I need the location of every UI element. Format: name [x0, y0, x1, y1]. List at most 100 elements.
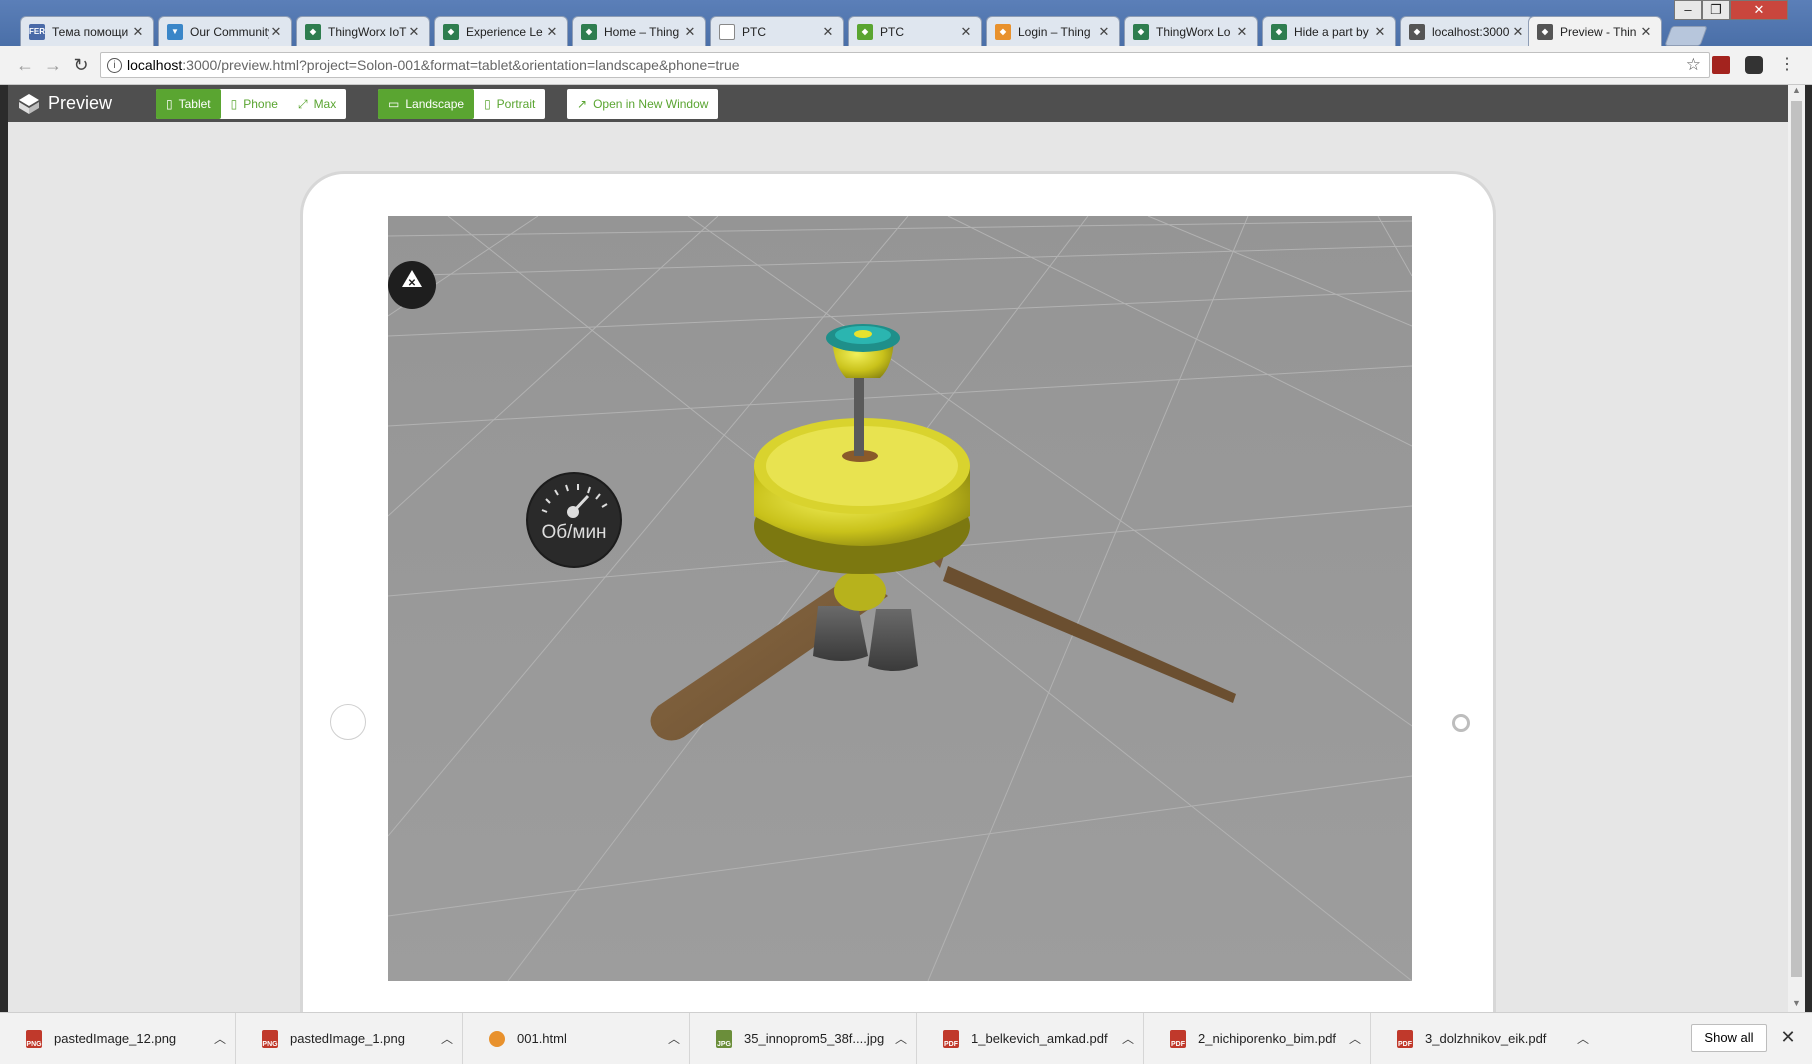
back-icon[interactable]: ← [14, 54, 36, 76]
png-file-icon: PNG [26, 1029, 42, 1048]
menu-icon[interactable]: ⋮ [1776, 54, 1798, 76]
landscape-button[interactable]: ▭ Landscape [378, 89, 475, 119]
tablet-button[interactable]: ▯ Tablet [156, 89, 221, 119]
download-item[interactable]: PDF 3_dolzhnikov_eik.pdf ︿ [1371, 1013, 1598, 1064]
open-new-window-button[interactable]: ↗ Open in New Window [567, 89, 718, 119]
acrobat-extension-icon[interactable] [1712, 56, 1730, 74]
tab-home-thing[interactable]: ◆ Home – Thing ✕ [572, 16, 706, 46]
chevron-up-icon[interactable]: ︿ [432, 1030, 462, 1047]
chevron-up-icon[interactable]: ︿ [1113, 1030, 1143, 1047]
tab-experience[interactable]: ◆ Experience Le ✕ [434, 16, 568, 46]
tab-login-thing[interactable]: ◆ Login – Thing ✕ [986, 16, 1120, 46]
jpg-file-icon: JPG [716, 1029, 732, 1048]
thingworx-icon: ◆ [305, 23, 321, 40]
tab-strip: FER Тема помощи ✕ ▼ Our Community ✕ ◆ Th… [0, 0, 1812, 46]
tab-ptc-1[interactable]: PTC ✕ [710, 16, 844, 46]
tablet-home-button[interactable] [1452, 714, 1470, 732]
preview-content: ✕ Об/мин [8, 122, 1788, 1012]
thingworx-icon: ◆ [1133, 23, 1149, 40]
forward-icon[interactable]: → [42, 54, 64, 76]
minimize-icon[interactable]: – [1674, 0, 1702, 20]
new-tab-button[interactable] [1664, 26, 1708, 46]
tab-thingworx-lo[interactable]: ◆ ThingWorx Lo ✕ [1124, 16, 1258, 46]
portrait-button[interactable]: ▯ Portrait [474, 89, 545, 119]
address-bar[interactable]: i localhost:3000/preview.html?project=So… [100, 52, 1710, 78]
phone-button[interactable]: ▯ Phone [221, 89, 288, 119]
phone-icon: ▯ [230, 97, 238, 111]
tab-close-icon[interactable]: ✕ [1373, 24, 1387, 40]
fan-downrod [854, 366, 864, 456]
target-icon: ✕ [402, 270, 422, 289]
tab-close-icon[interactable]: ✕ [131, 24, 145, 40]
tab-close-icon[interactable]: ✕ [683, 24, 697, 40]
download-item[interactable]: PDF 2_nichiporenko_bim.pdf ︿ [1144, 1013, 1371, 1064]
chevron-up-icon[interactable]: ︿ [1568, 1030, 1598, 1047]
reload-icon[interactable]: ↻ [70, 54, 92, 76]
tab-hide-a-part[interactable]: ◆ Hide a part by ✕ [1262, 16, 1396, 46]
pdf-file-icon: PDF [943, 1029, 959, 1048]
tab-close-icon[interactable]: ✕ [1235, 24, 1249, 40]
address-url[interactable]: localhost:3000/preview.html?project=Solo… [127, 53, 740, 77]
download-item[interactable]: PNG pastedImage_1.png ︿ [236, 1013, 463, 1064]
close-downloads-icon[interactable]: ✕ [1776, 1025, 1800, 1049]
tab-close-icon[interactable]: ✕ [407, 24, 421, 40]
info-icon[interactable]: i [107, 58, 122, 73]
chevron-up-icon[interactable]: ︿ [886, 1030, 916, 1047]
scroll-up-icon[interactable]: ▲ [1788, 85, 1805, 99]
tablet-camera [330, 704, 366, 740]
png-file-icon: PNG [262, 1029, 278, 1048]
landscape-icon: ▭ [388, 97, 400, 111]
chevron-up-icon[interactable]: ︿ [205, 1030, 235, 1047]
browser-toolbar: ← → ↻ i localhost:3000/preview.html?proj… [0, 46, 1812, 85]
login-icon: ◆ [995, 23, 1011, 40]
show-all-button[interactable]: Show all [1691, 1024, 1767, 1052]
scroll-down-icon[interactable]: ▼ [1788, 998, 1805, 1012]
tab-close-icon[interactable]: ✕ [545, 24, 559, 40]
tab-close-icon[interactable]: ✕ [1097, 24, 1111, 40]
tab-community[interactable]: ▼ Our Community ✕ [158, 16, 292, 46]
download-item[interactable]: PNG pastedImage_12.png ︿ [0, 1013, 236, 1064]
tablet-icon: ▯ [166, 97, 173, 111]
download-item[interactable]: PDF 1_belkevich_amkad.pdf ︿ [917, 1013, 1144, 1064]
page-icon [719, 23, 735, 40]
tab-close-icon[interactable]: ✕ [959, 24, 973, 40]
svg-text:✕: ✕ [408, 278, 416, 289]
tab-ptc-2[interactable]: ◆ PTC ✕ [848, 16, 982, 46]
rpm-label: Об/мин [541, 522, 607, 543]
fer-icon: FER [29, 23, 45, 40]
portrait-icon: ▯ [484, 97, 491, 111]
chevron-up-icon[interactable]: ︿ [659, 1030, 689, 1047]
thingworx-icon: ◆ [581, 23, 597, 40]
3d-scene [388, 216, 1412, 981]
extension-icon[interactable] [1745, 56, 1763, 74]
chrome-icon [489, 1030, 505, 1047]
tab-close-icon[interactable]: ✕ [821, 24, 835, 40]
external-link-icon: ↗ [577, 97, 588, 111]
expand-icon: ⤢ [297, 96, 308, 111]
window-close-icon[interactable]: ✕ [1730, 0, 1788, 20]
tab-close-icon[interactable]: ✕ [1511, 24, 1525, 40]
max-button[interactable]: ⤢ Max [288, 89, 346, 119]
chevron-up-icon[interactable]: ︿ [1340, 1030, 1370, 1047]
tab-preview[interactable]: ◆ Preview - Thin ✕ [1528, 16, 1662, 46]
bookmark-star-icon[interactable]: ☆ [1686, 53, 1701, 77]
page-scrollbar[interactable]: ▲ ▼ [1788, 85, 1805, 1012]
tab-tema[interactable]: FER Тема помощи ✕ [20, 16, 154, 46]
restore-icon[interactable]: ❐ [1702, 0, 1730, 20]
download-item[interactable]: 001.html ︿ [463, 1013, 690, 1064]
tab-localhost[interactable]: ◆ localhost:3000 ✕ [1400, 16, 1534, 46]
scrollbar-thumb[interactable] [1791, 101, 1802, 977]
open-window-group: ↗ Open in New Window [567, 89, 719, 119]
tab-thingworx-iot[interactable]: ◆ ThingWorx IoT ✕ [296, 16, 430, 46]
ar-target-button[interactable]: ✕ [388, 261, 436, 309]
vuforia-logo-icon [19, 94, 39, 114]
speedometer-icon [541, 484, 608, 518]
thingworx-icon: ◆ [1537, 23, 1553, 40]
download-item[interactable]: JPG 35_innoprom5_38f....jpg ︿ [690, 1013, 917, 1064]
tab-close-icon[interactable]: ✕ [269, 24, 283, 40]
tab-close-icon[interactable]: ✕ [1639, 24, 1653, 40]
downloads-bar: PNG pastedImage_12.png ︿ PNG pastedImage… [0, 1012, 1812, 1064]
rpm-gauge-button[interactable]: Об/мин [526, 472, 622, 568]
pdf-file-icon: PDF [1170, 1029, 1186, 1048]
3d-viewport[interactable]: ✕ Об/мин [388, 216, 1412, 981]
